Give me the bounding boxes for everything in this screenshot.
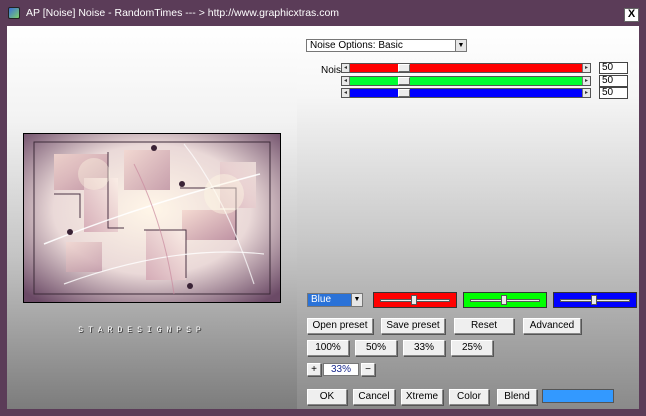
noise-green-value[interactable]: 50 bbox=[599, 75, 628, 87]
channel-value: Blue bbox=[311, 294, 332, 305]
advanced-button[interactable]: Advanced bbox=[523, 318, 581, 334]
noise-options-value: Noise Options: Basic bbox=[310, 40, 403, 51]
color-panel-thumb[interactable] bbox=[591, 295, 597, 305]
channel-dropdown[interactable]: Blue ▼ bbox=[307, 293, 363, 307]
app-icon bbox=[8, 7, 20, 19]
noise-slider-blue[interactable]: ◂ ▸ bbox=[341, 88, 591, 98]
title-bar[interactable]: AP [Noise] Noise - RandomTimes --- > htt… bbox=[0, 0, 646, 26]
zoom-33-button[interactable]: 33% bbox=[403, 340, 445, 356]
color-panel-thumb[interactable] bbox=[411, 295, 417, 305]
noise-slider-green[interactable]: ◂ ▸ bbox=[341, 76, 591, 86]
color-panel-blue[interactable] bbox=[553, 292, 637, 308]
preview-pane: STARDESIGNPSP bbox=[7, 26, 297, 409]
scroll-left-icon[interactable]: ◂ bbox=[342, 77, 350, 85]
scroll-right-icon[interactable]: ▸ bbox=[582, 89, 590, 97]
blend-button[interactable]: Blend bbox=[497, 389, 537, 405]
scroll-left-icon[interactable]: ◂ bbox=[342, 89, 350, 97]
scroll-left-icon[interactable]: ◂ bbox=[342, 64, 350, 72]
noise-red-value[interactable]: 50 bbox=[599, 62, 628, 74]
noise-blue-value[interactable]: 50 bbox=[599, 87, 628, 99]
window-title: AP [Noise] Noise - RandomTimes --- > htt… bbox=[26, 7, 340, 19]
controls-pane: Noise Options: Basic ▼ Noise: ◂ ▸ 50 ◂ ▸… bbox=[297, 26, 639, 409]
zoom-25-button[interactable]: 25% bbox=[451, 340, 493, 356]
open-preset-button[interactable]: Open preset bbox=[307, 318, 373, 334]
xtreme-button[interactable]: Xtreme bbox=[401, 389, 443, 405]
noise-options-dropdown[interactable]: Noise Options: Basic ▼ bbox=[306, 39, 467, 52]
scroll-right-icon[interactable]: ▸ bbox=[582, 64, 590, 72]
preview-credit-text: STARDESIGNPSP bbox=[78, 326, 206, 335]
color-panel-green[interactable] bbox=[463, 292, 547, 308]
zoom-in-button[interactable]: + bbox=[307, 363, 321, 376]
slider-thumb[interactable] bbox=[398, 89, 410, 97]
ok-button[interactable]: OK bbox=[307, 389, 347, 405]
noise-slider-red[interactable]: ◂ ▸ bbox=[341, 63, 591, 73]
preview-artwork bbox=[24, 134, 280, 302]
slider-thumb[interactable] bbox=[398, 64, 410, 72]
scroll-right-icon[interactable]: ▸ bbox=[582, 77, 590, 85]
color-button[interactable]: Color bbox=[449, 389, 489, 405]
slider-thumb[interactable] bbox=[398, 77, 410, 85]
color-panel-red[interactable] bbox=[373, 292, 457, 308]
preview-image[interactable] bbox=[23, 133, 281, 303]
color-panel-thumb[interactable] bbox=[501, 295, 507, 305]
color-swatch[interactable] bbox=[542, 389, 614, 403]
cancel-button[interactable]: Cancel bbox=[353, 389, 395, 405]
plugin-client-area: STARDESIGNPSP Noise Options: Basic ▼ Noi… bbox=[7, 26, 639, 409]
zoom-50-button[interactable]: 50% bbox=[355, 340, 397, 356]
chevron-down-icon[interactable]: ▼ bbox=[455, 40, 466, 51]
save-preset-button[interactable]: Save preset bbox=[381, 318, 445, 334]
zoom-out-button[interactable]: − bbox=[361, 363, 375, 376]
zoom-level-field[interactable]: 33% bbox=[323, 363, 359, 376]
zoom-100-button[interactable]: 100% bbox=[307, 340, 349, 356]
reset-button[interactable]: Reset bbox=[454, 318, 514, 334]
close-button[interactable]: X bbox=[624, 8, 639, 22]
chevron-down-icon[interactable]: ▼ bbox=[351, 294, 362, 306]
